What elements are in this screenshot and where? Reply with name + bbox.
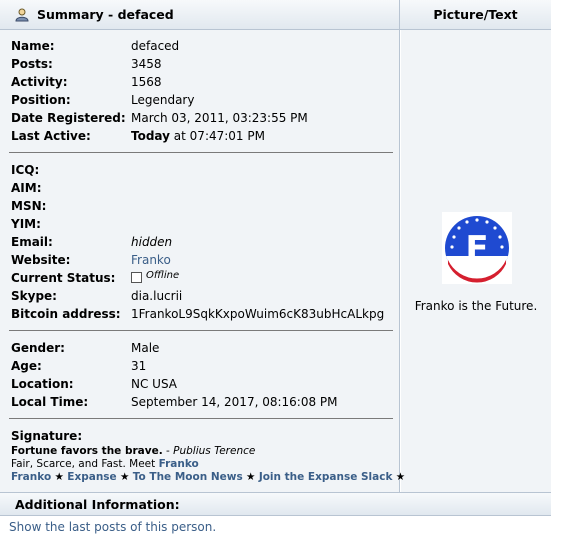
franko-logo-icon: F (445, 216, 509, 283)
sig-link-expanse-slack[interactable]: Join the Expanse Slack (259, 471, 393, 483)
picture-header: Picture/Text (400, 0, 551, 30)
show-last-posts-link[interactable]: Show the last posts of this person. (9, 520, 216, 534)
additional-info-body: Show the last posts of this person. (0, 516, 551, 537)
summary-title: Summary - defaced (37, 7, 174, 22)
skype-value: dia.lucrii (131, 289, 183, 303)
signature-line-3: Franko ★ Expanse ★ To The Moon News ★ Jo… (11, 471, 406, 483)
picture-title: Picture/Text (433, 7, 518, 22)
date-registered-row: Date Registered: March 03, 2011, 03:23:55… (11, 111, 308, 125)
franko-logo: F (442, 212, 512, 284)
gender-value: Male (131, 341, 160, 355)
website-link[interactable]: Franko (131, 251, 171, 269)
location-value: NC USA (131, 377, 178, 391)
signature: Fortune favors the brave. - Publius Tere… (11, 445, 406, 484)
signature-franko-link[interactable]: Franko (159, 458, 199, 470)
sig-link-expanse[interactable]: Expanse (67, 471, 116, 483)
location-row: Location: NC USA (11, 377, 178, 391)
name-value: defaced (131, 39, 180, 53)
user-icon (15, 8, 29, 21)
activity-value: 1568 (131, 75, 162, 89)
additional-info-header: Additional Information: (0, 492, 551, 516)
date-registered-value: March 03, 2011, 03:23:55 PM (131, 111, 308, 125)
divider (9, 418, 393, 419)
bitcoin-value: 1FrankoL9SqkKxpoWuim6cK83ubHcALkpg (131, 307, 385, 321)
position-row: Position: Legendary (11, 93, 195, 107)
position-value: Legendary (131, 93, 195, 107)
last-active-row: Last Active: Today at 07:47:01 PM (11, 129, 265, 143)
age-row: Age: 31 (11, 359, 147, 373)
signature-label-row: Signature: (11, 429, 83, 443)
posts-value: 3458 (131, 57, 162, 71)
local-time-value: September 14, 2017, 08:16:08 PM (131, 395, 338, 409)
posts-row: Posts: 3458 (11, 57, 162, 71)
summary-header: Summary - defaced (0, 0, 400, 30)
signature-line-2: Fair, Scarce, and Fast. Meet Franko (11, 458, 199, 470)
name-row: Name: defaced (11, 39, 180, 53)
sig-link-franko[interactable]: Franko (11, 471, 51, 483)
email-value: hidden (131, 235, 173, 249)
status-checkbox-icon (131, 272, 142, 283)
activity-row: Activity: 1568 (11, 75, 162, 89)
picture-caption: Franko is the Future. (414, 299, 538, 313)
last-active-value: Today at 07:47:01 PM (131, 129, 265, 143)
sig-link-moon-news[interactable]: To The Moon News (133, 471, 243, 483)
icq-row: ICQ: (11, 163, 40, 177)
gender-row: Gender: Male (11, 341, 160, 355)
age-value: 31 (131, 359, 147, 373)
status-value: Offline (131, 269, 179, 289)
local-time-row: Local Time: September 14, 2017, 08:16:08 … (11, 395, 338, 409)
aim-row: AIM: (11, 181, 42, 195)
signature-line-1: Fortune favors the brave. - Publius Tere… (11, 445, 256, 457)
additional-info-title: Additional Information: (15, 497, 180, 512)
divider (9, 330, 393, 331)
divider (9, 152, 393, 153)
